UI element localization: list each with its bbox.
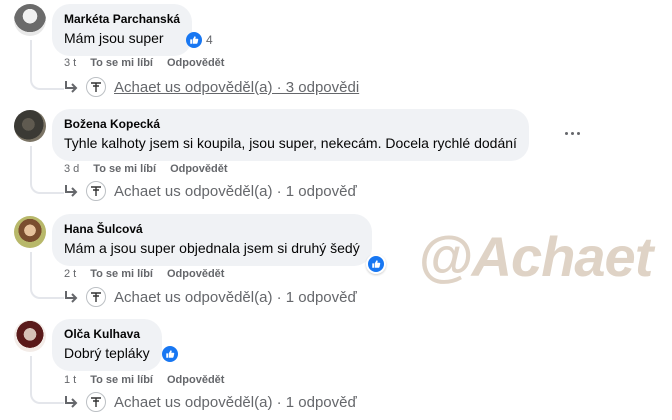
comment-text: Dobrý tepláky [64,345,150,361]
reaction-summary[interactable] [162,344,178,364]
page-logo-icon [86,287,106,307]
comment-text: Mám a jsou super objednala jsem si druhý… [64,240,360,256]
avatar[interactable] [14,216,46,248]
comment-time[interactable]: 1 t [64,373,76,387]
comment-author[interactable]: Markéta Parchanská [64,11,180,27]
avatar[interactable] [14,110,46,142]
reply-arrow-icon [65,81,78,93]
comment-author[interactable]: Božena Kopecká [64,116,517,132]
thread-connector [30,252,64,299]
view-replies-link[interactable]: Achaet us odpověděl(a) · 3 odpovědi [64,77,359,97]
thread-connector [30,40,64,90]
thread-connector [30,146,64,194]
comment-bubble: Hana Šulcová Mám a jsou super objednala … [52,214,372,266]
reaction-count: 4 [206,33,213,47]
like-button[interactable]: To se mi líbí [90,373,153,387]
page-logo-icon [86,77,106,97]
reaction-summary[interactable] [366,254,386,274]
avatar[interactable] [14,320,46,352]
reply-button[interactable]: Odpovědět [167,373,224,387]
replies-summary[interactable]: Achaet us odpověděl(a) · 1 odpověď [114,394,357,411]
comment-bubble: Markéta Parchanská Mám jsou super [52,4,193,56]
comment-author[interactable]: Olča Kulhava [64,326,150,342]
comment-bubble: Olča Kulhava Dobrý tepláky [52,319,162,371]
comment-actions: 2 t To se mi líbí Odpovědět [64,267,224,281]
comment-time[interactable]: 3 d [64,162,79,176]
comment-time[interactable]: 3 t [64,56,76,70]
view-replies-link[interactable]: Achaet us odpověděl(a) · 1 odpověď [64,181,357,201]
page-logo-icon [86,392,106,412]
replies-summary[interactable]: Achaet us odpověděl(a) · 1 odpověď [114,289,357,306]
avatar[interactable] [14,4,46,36]
reply-arrow-icon [65,396,78,408]
view-replies-link[interactable]: Achaet us odpověděl(a) · 1 odpověď [64,287,357,307]
more-options-button[interactable] [562,123,582,143]
reply-button[interactable]: Odpovědět [167,267,224,281]
comment-time[interactable]: 2 t [64,267,76,281]
comment-actions: 1 t To se mi líbí Odpovědět [64,373,224,387]
like-button[interactable]: To se mi líbí [90,267,153,281]
replies-summary[interactable]: Achaet us odpověděl(a) · 1 odpověď [114,183,357,200]
replies-summary[interactable]: Achaet us odpověděl(a) · 3 odpovědi [114,79,359,96]
like-button[interactable]: To se mi líbí [93,162,156,176]
view-replies-link[interactable]: Achaet us odpověděl(a) · 1 odpověď [64,392,357,412]
comment-author[interactable]: Hana Šulcová [64,221,360,237]
reply-arrow-icon [65,291,78,303]
reply-button[interactable]: Odpovědět [170,162,227,176]
comment-bubble: Božena Kopecká Tyhle kalhoty jsem si kou… [52,109,529,161]
like-reaction-icon [162,346,178,362]
like-reaction-icon [186,32,202,48]
thread-connector [30,356,64,404]
reply-arrow-icon [65,185,78,197]
comment-actions: 3 t To se mi líbí Odpovědět [64,56,224,70]
reply-button[interactable]: Odpovědět [167,56,224,70]
reaction-summary[interactable]: 4 [186,30,213,50]
comment-actions: 3 d To se mi líbí Odpovědět [64,162,228,176]
page-logo-icon [86,181,106,201]
watermark: @Achaet [418,225,653,288]
like-button[interactable]: To se mi líbí [90,56,153,70]
comment-text: Mám jsou super [64,30,164,46]
comment-text: Tyhle kalhoty jsem si koupila, jsou supe… [64,135,517,151]
like-reaction-icon [368,256,384,272]
